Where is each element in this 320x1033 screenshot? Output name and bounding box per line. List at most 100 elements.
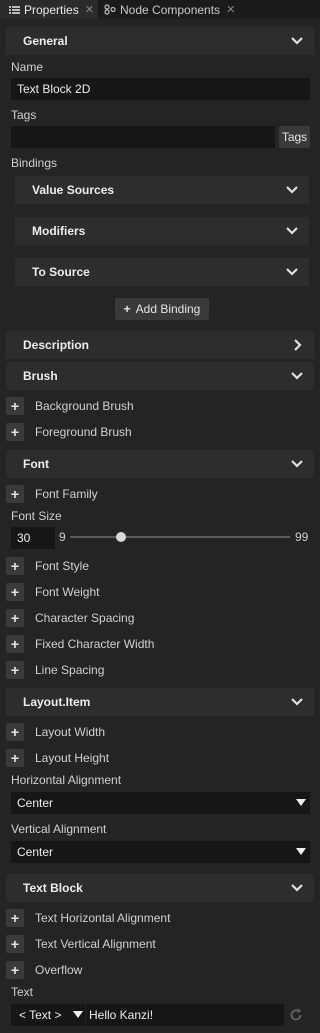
chevron-down-icon bbox=[286, 186, 298, 194]
property-label: Foreground Brush bbox=[35, 425, 132, 439]
plus-icon[interactable]: + bbox=[6, 583, 24, 601]
tab-properties-label: Properties bbox=[24, 2, 79, 17]
slider-max: 99 bbox=[295, 530, 309, 544]
chevron-down-icon bbox=[286, 227, 298, 235]
chevron-down-icon bbox=[291, 884, 303, 892]
plus-icon[interactable]: + bbox=[6, 661, 24, 679]
plus-icon: + bbox=[123, 302, 131, 316]
dropdown-arrow-icon bbox=[73, 1011, 83, 1018]
property-label: Line Spacing bbox=[35, 663, 105, 677]
tab-node-components-label: Node Components bbox=[120, 2, 221, 17]
select-value: < Text > bbox=[19, 1008, 62, 1022]
plus-icon[interactable]: + bbox=[6, 485, 24, 503]
property-label: Font Style bbox=[35, 559, 90, 573]
tab-node-components[interactable]: Node Components ✕ bbox=[103, 0, 253, 19]
tags-button[interactable]: Tags bbox=[279, 126, 310, 148]
reset-icon[interactable] bbox=[288, 1007, 304, 1023]
section-title: Description bbox=[23, 338, 90, 352]
chevron-down-icon bbox=[291, 372, 303, 380]
close-icon[interactable]: ✕ bbox=[85, 3, 94, 16]
text-type-select[interactable]: < Text > bbox=[11, 1004, 85, 1026]
add-text-vertical-alignment[interactable]: + Text Vertical Alignment bbox=[6, 934, 156, 954]
plus-icon[interactable]: + bbox=[6, 397, 24, 415]
property-label: Fixed Character Width bbox=[35, 637, 155, 651]
add-line-spacing[interactable]: + Line Spacing bbox=[6, 660, 104, 680]
chevron-down-icon bbox=[286, 268, 298, 276]
property-label: Layout Width bbox=[35, 725, 106, 739]
bindings-label: Bindings bbox=[11, 156, 58, 170]
tags-input[interactable] bbox=[11, 126, 275, 148]
components-icon bbox=[103, 4, 117, 16]
chevron-down-icon bbox=[291, 37, 303, 45]
name-label: Name bbox=[11, 60, 44, 74]
chevron-down-icon bbox=[291, 460, 303, 468]
section-brush[interactable]: Brush bbox=[6, 362, 314, 390]
font-size-slider[interactable] bbox=[70, 532, 290, 542]
text-label: Text bbox=[11, 985, 34, 999]
section-title: Layout.Item bbox=[23, 695, 91, 709]
list-icon bbox=[7, 4, 21, 16]
vertical-alignment-select[interactable]: Center bbox=[11, 841, 310, 863]
text-value-input[interactable]: Hello Kanzi! bbox=[86, 1004, 284, 1026]
font-size-label: Font Size bbox=[11, 509, 62, 523]
binding-group-label: To Source bbox=[32, 265, 90, 279]
section-title: General bbox=[23, 34, 68, 48]
tab-properties[interactable]: Properties ✕ bbox=[0, 0, 98, 19]
binding-group-label: Modifiers bbox=[32, 224, 86, 238]
slider-thumb[interactable] bbox=[116, 532, 127, 542]
plus-icon[interactable]: + bbox=[6, 557, 24, 575]
binding-group-to-source[interactable]: To Source bbox=[15, 258, 309, 286]
binding-group-label: Value Sources bbox=[32, 183, 115, 197]
property-label: Text Horizontal Alignment bbox=[35, 911, 171, 925]
add-layout-width[interactable]: + Layout Width bbox=[6, 722, 105, 742]
section-title: Text Block bbox=[23, 881, 83, 895]
property-label: Layout Height bbox=[35, 751, 110, 765]
add-foreground-brush[interactable]: + Foreground Brush bbox=[6, 422, 132, 442]
add-background-brush[interactable]: + Background Brush bbox=[6, 396, 134, 416]
property-label: Character Spacing bbox=[35, 611, 135, 625]
add-layout-height[interactable]: + Layout Height bbox=[6, 748, 109, 768]
property-label: Overflow bbox=[35, 963, 83, 977]
property-label: Font Weight bbox=[35, 585, 100, 599]
add-font-family[interactable]: + Font Family bbox=[6, 484, 98, 504]
add-overflow[interactable]: + Overflow bbox=[6, 960, 82, 980]
add-character-spacing[interactable]: + Character Spacing bbox=[6, 608, 134, 628]
select-value: Center bbox=[17, 845, 54, 859]
binding-group-modifiers[interactable]: Modifiers bbox=[15, 217, 309, 245]
add-binding-label: Add Binding bbox=[135, 302, 201, 316]
plus-icon[interactable]: + bbox=[6, 909, 24, 927]
add-text-horizontal-alignment[interactable]: + Text Horizontal Alignment bbox=[6, 908, 170, 928]
property-label: Background Brush bbox=[35, 399, 134, 413]
plus-icon[interactable]: + bbox=[6, 935, 24, 953]
plus-icon[interactable]: + bbox=[6, 749, 24, 767]
tab-bar: Properties ✕ Node Components ✕ bbox=[0, 0, 320, 19]
binding-group-value-sources[interactable]: Value Sources bbox=[15, 176, 309, 204]
horizontal-alignment-select[interactable]: Center bbox=[11, 792, 310, 814]
section-general[interactable]: General bbox=[6, 27, 314, 55]
section-description[interactable]: Description bbox=[6, 331, 314, 359]
plus-icon[interactable]: + bbox=[6, 609, 24, 627]
plus-icon[interactable]: + bbox=[6, 423, 24, 441]
plus-icon[interactable]: + bbox=[6, 961, 24, 979]
add-fixed-character-width[interactable]: + Fixed Character Width bbox=[6, 634, 154, 654]
property-label: Font Family bbox=[35, 487, 98, 501]
vertical-alignment-label: Vertical Alignment bbox=[11, 822, 107, 836]
plus-icon[interactable]: + bbox=[6, 635, 24, 653]
section-title: Brush bbox=[23, 369, 58, 383]
chevron-down-icon bbox=[291, 698, 303, 706]
section-text-block[interactable]: Text Block bbox=[6, 874, 314, 902]
close-icon[interactable]: ✕ bbox=[226, 3, 235, 16]
section-font[interactable]: Font bbox=[6, 450, 314, 478]
dropdown-arrow-icon bbox=[296, 799, 306, 806]
add-font-style[interactable]: + Font Style bbox=[6, 556, 89, 576]
add-font-weight[interactable]: + Font Weight bbox=[6, 582, 99, 602]
font-size-input[interactable]: 30 bbox=[11, 527, 55, 549]
plus-icon[interactable]: + bbox=[6, 723, 24, 741]
horizontal-alignment-label: Horizontal Alignment bbox=[11, 773, 122, 787]
tags-label: Tags bbox=[11, 108, 37, 122]
section-title: Font bbox=[23, 457, 49, 471]
section-layout-item[interactable]: Layout.Item bbox=[6, 688, 314, 716]
add-binding-button[interactable]: + Add Binding bbox=[115, 298, 209, 320]
slider-min: 9 bbox=[59, 530, 66, 544]
name-field[interactable]: Text Block 2D bbox=[11, 78, 310, 100]
